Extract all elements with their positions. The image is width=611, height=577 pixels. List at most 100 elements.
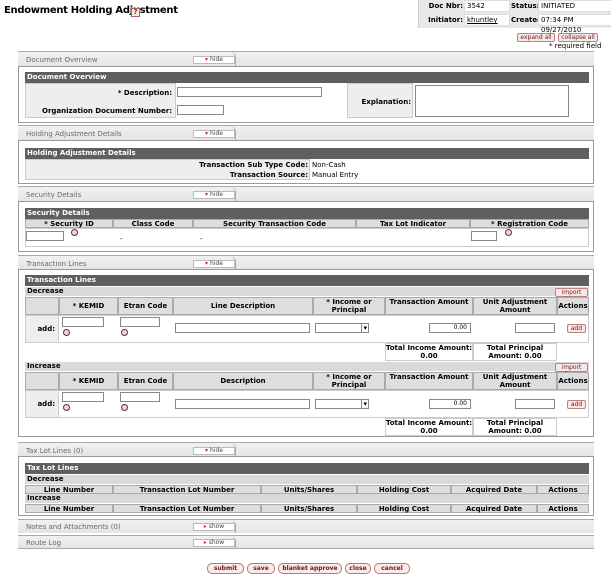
panel-header: Document Overview <box>25 72 589 83</box>
col-line-number: Line Number <box>25 504 113 513</box>
show-label: show <box>208 539 225 546</box>
hide-button[interactable]: ▾ hide <box>193 191 235 199</box>
total-principal: Total Principal Amount: 0.00 <box>486 419 544 435</box>
required-field-note: * required field <box>549 42 602 50</box>
add-label: add: <box>37 400 55 408</box>
tab-holding-adjustment-details: Holding Adjustment Details ▾ hide <box>18 125 594 141</box>
add-button[interactable]: add <box>567 400 586 409</box>
description-label: * Description: <box>117 89 172 97</box>
submit-button[interactable]: submit <box>207 563 244 574</box>
status-value: INITIATED <box>538 0 611 12</box>
import-lines-button[interactable]: import lines <box>555 288 588 303</box>
lookup-icon[interactable] <box>63 329 70 336</box>
hide-button[interactable]: ▾ hide <box>193 130 235 138</box>
help-icon[interactable]: ? <box>131 8 140 17</box>
doc-nbr-value: 3542 <box>464 0 510 12</box>
col-security-transaction-code: Security Transaction Code <box>193 219 356 228</box>
col-blank <box>25 372 59 390</box>
col-class-code: Class Code <box>113 219 193 228</box>
save-button[interactable]: save <box>247 563 275 574</box>
import-lines-button[interactable]: import lines <box>555 363 588 378</box>
registration-code-input[interactable] <box>471 231 497 241</box>
total-principal: Total Principal Amount: 0.00 <box>486 344 544 360</box>
etran-code-input[interactable] <box>120 392 160 402</box>
security-transaction-code-value: - <box>200 235 203 243</box>
col-description: Description <box>173 372 313 390</box>
col-actions: Actions <box>557 297 589 315</box>
add-label: add: <box>37 325 55 333</box>
sub-type-label: Transaction Sub Type Code: <box>199 161 308 169</box>
col-blank <box>25 297 59 315</box>
hide-label: hide <box>209 260 223 267</box>
col-unit-adjustment-amount: Unit Adjustment Amount <box>473 297 557 315</box>
panel-header: Tax Lot Lines <box>25 463 589 474</box>
page-root: Endowment Holding Adjustment ? Doc Nbr: … <box>0 0 611 577</box>
add-button[interactable]: add <box>567 324 586 333</box>
tab-title: Transaction Lines <box>26 260 87 268</box>
col-actions: Actions <box>537 504 589 513</box>
col-actions: Actions <box>557 372 589 390</box>
close-button[interactable]: close <box>345 563 371 574</box>
lookup-icon[interactable] <box>121 404 128 411</box>
document-overview-panel: Document Overview * Description: Organiz… <box>18 66 594 123</box>
col-holding-cost: Holding Cost <box>357 485 451 494</box>
holding-adjustment-panel: Holding Adjustment Details Transaction S… <box>18 140 594 184</box>
tab-title: Security Details <box>26 191 82 199</box>
initiator-label: Initiator: <box>428 16 463 24</box>
toggle-arrow-icon: ▾ <box>205 130 209 137</box>
col-transaction-amount: Transaction Amount <box>385 372 473 390</box>
transaction-amount-input[interactable]: 0.00 <box>429 323 471 333</box>
description-input[interactable] <box>175 399 310 409</box>
explanation-label: Explanation: <box>361 98 411 106</box>
hide-label: hide <box>209 191 223 198</box>
unit-adjustment-input[interactable] <box>515 399 555 409</box>
class-code-value: - <box>120 235 123 243</box>
total-income: Total Income Amount: 0.00 <box>385 344 473 360</box>
initiator-value[interactable]: khuntley <box>464 14 510 26</box>
explanation-textarea[interactable] <box>415 85 569 117</box>
hide-button[interactable]: ▾ hide <box>193 56 235 64</box>
blanket-approve-button[interactable]: blanket approve <box>278 563 342 574</box>
status-label: Status: <box>511 2 540 10</box>
hide-label: hide <box>209 130 223 137</box>
etran-code-input[interactable] <box>120 317 160 327</box>
expand-all-button[interactable]: expand all <box>517 33 555 42</box>
hide-button[interactable]: ▾ hide <box>193 260 235 268</box>
initiator-link[interactable]: khuntley <box>467 16 498 24</box>
toggle-arrow-icon: ▾ <box>205 191 209 198</box>
income-principal-select[interactable] <box>315 399 369 409</box>
col-unit-adjustment-amount: Unit Adjustment Amount <box>473 372 557 390</box>
kemid-input[interactable] <box>62 317 104 327</box>
description-input[interactable] <box>177 87 322 97</box>
col-acquired-date: Acquired Date <box>451 504 537 513</box>
col-security-id: * Security ID <box>25 219 113 228</box>
created-value: 07:34 PM 09/27/2010 <box>538 14 611 34</box>
org-doc-number-label: Organization Document Number: <box>42 107 172 115</box>
sub-type-value: Non-Cash <box>312 161 346 169</box>
show-button[interactable]: ▸ show <box>193 539 235 547</box>
col-units-shares: Units/Shares <box>261 504 357 513</box>
collapse-all-button[interactable]: collapse all <box>558 33 598 42</box>
org-doc-number-input[interactable] <box>177 105 224 115</box>
cancel-button[interactable]: cancel <box>374 563 410 574</box>
tab-title: Tax Lot Lines (0) <box>26 447 84 455</box>
col-transaction-amount: Transaction Amount <box>385 297 473 315</box>
hide-button[interactable]: ▾ hide <box>193 447 235 455</box>
lookup-icon[interactable] <box>71 229 78 236</box>
unit-adjustment-input[interactable] <box>515 323 555 333</box>
show-button[interactable]: ▸ show <box>193 523 235 531</box>
col-units-shares: Units/Shares <box>261 485 357 494</box>
lookup-icon[interactable] <box>505 229 512 236</box>
col-kemid: * KEMID <box>59 297 118 315</box>
col-kemid: * KEMID <box>59 372 118 390</box>
security-id-input[interactable] <box>26 231 64 241</box>
lookup-icon[interactable] <box>121 329 128 336</box>
income-principal-select[interactable] <box>315 323 369 333</box>
lookup-icon[interactable] <box>63 404 70 411</box>
kemid-input[interactable] <box>62 392 104 402</box>
col-tax-lot-indicator: Tax Lot Indicator <box>356 219 470 228</box>
line-description-input[interactable] <box>175 323 310 333</box>
transaction-amount-input[interactable]: 0.00 <box>429 399 471 409</box>
decrease-label: Decrease <box>25 475 589 484</box>
page-title: Endowment Holding Adjustment <box>4 5 178 16</box>
